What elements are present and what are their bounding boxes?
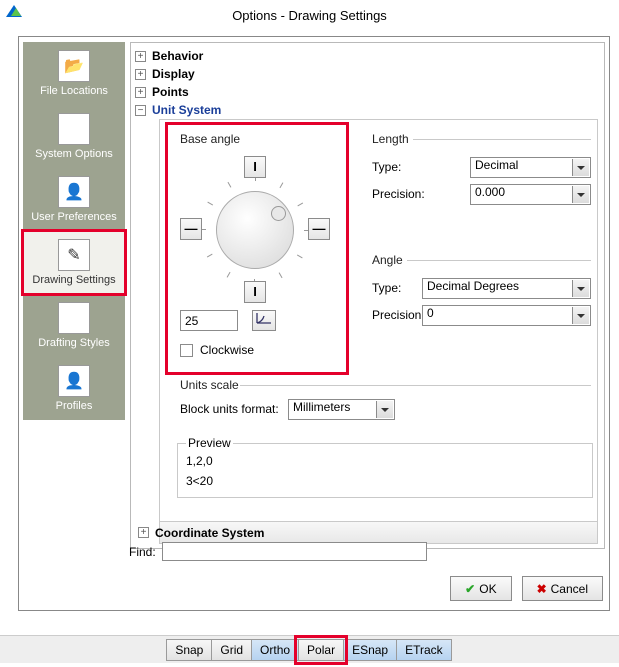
expand-icon[interactable]: + — [135, 69, 146, 80]
length-precision-select[interactable]: 0.000 — [470, 184, 591, 205]
sidebar: 📂 File Locations ☑︎ System Options 👤 Use… — [23, 42, 125, 420]
preview-box: Preview 1,2,0 3<20 — [177, 436, 593, 498]
cancel-button[interactable]: ✖ Cancel — [522, 576, 603, 601]
clockwise-checkbox[interactable] — [180, 344, 193, 357]
collapse-icon[interactable]: − — [135, 105, 146, 116]
select-value: Millimeters — [293, 400, 350, 414]
chevron-down-icon — [572, 186, 589, 203]
angle-precision-label: Precision: — [372, 308, 425, 322]
ok-button[interactable]: ✔ OK — [450, 576, 511, 601]
sidebar-item-file-locations[interactable]: 📂 File Locations — [23, 42, 125, 105]
sidebar-item-system-options[interactable]: ☑︎ System Options — [23, 105, 125, 168]
block-units-label: Block units format: — [180, 402, 279, 416]
length-precision-label: Precision: — [372, 187, 425, 201]
drafting-icon: Aᵢ — [58, 302, 90, 334]
tree-node-label: Points — [152, 85, 189, 99]
button-label: Cancel — [551, 582, 588, 596]
dial-right-button[interactable]: — — [308, 218, 330, 240]
folder-open-icon: 📂 — [58, 50, 90, 82]
sidebar-item-label: User Preferences — [31, 211, 117, 223]
angle-precision-select[interactable]: 0 — [422, 305, 591, 326]
angle-title: Angle — [372, 253, 403, 267]
expand-icon[interactable]: + — [135, 87, 146, 98]
tree-node-label: Unit System — [152, 103, 221, 117]
dial-left-button[interactable]: — — [180, 218, 202, 240]
tree-node-unit-system[interactable]: − Unit System — [131, 101, 604, 119]
checklist-icon: ☑︎ — [58, 113, 90, 145]
status-etrack-button[interactable]: ETrack — [396, 639, 452, 661]
sidebar-item-label: System Options — [35, 148, 113, 160]
status-bar: Snap Grid Ortho Polar ESnap ETrack — [0, 635, 619, 663]
sidebar-item-label: Profiles — [56, 400, 93, 412]
button-label: OK — [479, 582, 496, 596]
find-label: Find: — [129, 545, 156, 559]
tree-node-points[interactable]: + Points — [131, 83, 604, 101]
status-esnap-button[interactable]: ESnap — [343, 639, 397, 661]
select-value: Decimal — [475, 158, 518, 172]
tree-node-display[interactable]: + Display — [131, 65, 604, 83]
units-scale-title: Units scale — [180, 378, 239, 392]
dial-down-button[interactable]: I — [244, 281, 266, 303]
expand-icon[interactable]: + — [138, 527, 149, 538]
tree-node-behavior[interactable]: + Behavior — [131, 47, 604, 65]
find-row: Find: — [129, 542, 427, 561]
block-units-select[interactable]: Millimeters — [288, 399, 395, 420]
status-polar-button[interactable]: Polar — [298, 639, 344, 661]
expand-icon[interactable]: + — [135, 51, 146, 62]
length-type-label: Type: — [372, 160, 401, 174]
angle-type-label: Type: — [372, 281, 401, 295]
status-snap-button[interactable]: Snap — [166, 639, 212, 661]
angle-type-select[interactable]: Decimal Degrees — [422, 278, 591, 299]
sidebar-item-label: File Locations — [40, 85, 108, 97]
sidebar-item-user-preferences[interactable]: 👤 User Preferences — [23, 168, 125, 231]
sidebar-item-profiles[interactable]: 👤 Profiles — [23, 357, 125, 420]
status-grid-button[interactable]: Grid — [211, 639, 252, 661]
chevron-down-icon — [376, 401, 393, 418]
sidebar-item-label: Drawing Settings — [32, 274, 115, 286]
dial-up-button[interactable]: I — [244, 156, 266, 178]
close-icon: ✖ — [537, 582, 547, 596]
window-title: Options - Drawing Settings — [0, 8, 619, 23]
length-type-select[interactable]: Decimal — [470, 157, 591, 178]
angle-pick-icon — [255, 311, 273, 325]
profile-icon: 👤 — [58, 365, 90, 397]
chevron-down-icon — [572, 280, 589, 297]
chevron-down-icon — [572, 307, 589, 324]
select-value: Decimal Degrees — [427, 279, 519, 293]
unit-system-panel: Base angle I I — — Clockwise Length Ty — [159, 119, 598, 544]
preview-line-1: 1,2,0 — [186, 454, 584, 468]
divider — [240, 385, 591, 386]
select-value: 0.000 — [475, 185, 505, 199]
dialog-buttons: ✔ OK ✖ Cancel — [450, 576, 603, 601]
divider — [407, 260, 591, 261]
tree-node-coordinate-system[interactable]: + Coordinate System — [160, 521, 597, 543]
preview-line-2: 3<20 — [186, 474, 584, 488]
check-icon: ✔ — [465, 582, 475, 596]
base-angle-title: Base angle — [180, 132, 240, 146]
sidebar-item-label: Drafting Styles — [38, 337, 110, 349]
clockwise-label: Clockwise — [200, 343, 254, 357]
length-title: Length — [372, 132, 409, 146]
chevron-down-icon — [572, 159, 589, 176]
preview-title: Preview — [186, 436, 233, 450]
sidebar-item-drafting-styles[interactable]: Aᵢ Drafting Styles — [23, 294, 125, 357]
base-angle-input[interactable] — [180, 310, 238, 331]
tree-node-label: Display — [152, 67, 195, 81]
drawing-tools-icon: ✎ — [58, 239, 90, 271]
find-input[interactable] — [162, 542, 427, 561]
tree-node-label: Behavior — [152, 49, 203, 63]
divider — [413, 139, 591, 140]
status-ortho-button[interactable]: Ortho — [251, 639, 299, 661]
user-gear-icon: 👤 — [58, 176, 90, 208]
tree-node-label: Coordinate System — [155, 526, 264, 540]
pick-angle-button[interactable] — [252, 310, 276, 331]
dialog-body: 📂 File Locations ☑︎ System Options 👤 Use… — [18, 36, 610, 611]
sidebar-item-drawing-settings[interactable]: ✎ Drawing Settings — [23, 231, 125, 294]
angle-dial[interactable] — [216, 191, 294, 269]
settings-tree: + Behavior + Display + Points − Unit Sys… — [130, 42, 605, 549]
select-value: 0 — [427, 306, 434, 320]
